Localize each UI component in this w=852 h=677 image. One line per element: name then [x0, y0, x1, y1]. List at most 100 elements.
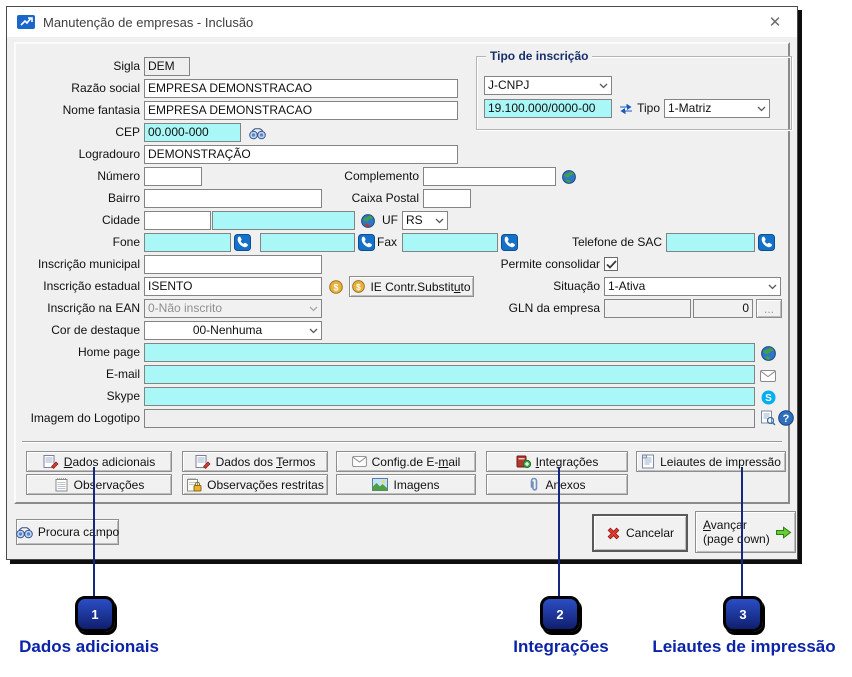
notepad-icon — [54, 477, 69, 492]
bairro-field[interactable] — [144, 189, 322, 208]
svg-text:$: $ — [357, 282, 362, 292]
separator — [22, 441, 782, 443]
inscricao-municipal-label: Inscrição municipal — [37, 257, 140, 271]
fax-field[interactable] — [402, 233, 498, 252]
dados-dos-termos-button[interactable]: Dados dos Termos — [182, 451, 328, 472]
observacoes-restritas-button[interactable]: Observações restritas — [182, 474, 328, 495]
close-icon[interactable]: ✕ — [753, 7, 797, 37]
coin-icon: $ — [352, 280, 366, 293]
telefone-sac-label: Telefone de SAC — [571, 235, 662, 249]
leiautes-impressao-button[interactable]: Leiautes de impressão — [636, 451, 786, 472]
skype-field[interactable] — [144, 387, 755, 406]
email-label: E-mail — [105, 367, 140, 381]
cancelar-button[interactable]: Cancelar — [592, 514, 688, 552]
connector-line-3 — [741, 467, 743, 597]
cidade-codigo-field[interactable] — [144, 211, 211, 230]
cor-destaque-select[interactable]: 00-Nenhuma — [144, 321, 322, 340]
numero-field[interactable] — [144, 167, 202, 186]
globe-icon[interactable] — [560, 168, 578, 186]
permite-consolidar-checkbox[interactable] — [604, 257, 618, 271]
chevron-down-icon — [435, 218, 444, 224]
gln-field-2[interactable]: 0 — [693, 299, 753, 318]
document-preview-icon[interactable] — [759, 409, 777, 427]
form-panel: Sigla Razão social Nome fantasia CEP Log… — [14, 42, 794, 504]
integracoes-button[interactable]: Integrações — [486, 451, 628, 472]
envelope-icon — [351, 456, 367, 467]
binoculars-icon[interactable] — [248, 124, 266, 142]
logradouro-label: Logradouro — [78, 147, 140, 161]
globe-icon[interactable] — [759, 344, 777, 362]
screen: Manutenção de empresas - Inclusão ✕ Sigl… — [0, 0, 852, 677]
help-icon[interactable]: ? — [777, 409, 795, 427]
inscricao-municipal-field[interactable] — [144, 255, 322, 274]
uf-label: UF — [382, 213, 398, 227]
chevron-down-icon — [599, 83, 608, 89]
logradouro-field[interactable]: DEMONSTRAÇÃO — [144, 145, 458, 164]
fone-label: Fone — [112, 235, 140, 249]
observacoes-button[interactable]: Observações — [26, 474, 172, 495]
phone-icon[interactable] — [757, 233, 775, 251]
binoculars-icon — [16, 526, 33, 539]
check-icon — [605, 259, 617, 269]
cep-field[interactable]: 00.000-000 — [144, 123, 241, 142]
callout-badge-3: 3 — [723, 596, 763, 632]
nome-fantasia-label: Nome fantasia — [62, 103, 140, 117]
config-email-button[interactable]: Config.de E-mail — [336, 451, 476, 472]
tipo-label: Tipo — [637, 101, 660, 115]
permite-consolidar-label: Permite consolidar — [500, 257, 600, 271]
razao-social-label: Razão social — [71, 81, 140, 95]
tipo-documento-select[interactable]: J-CNPJ — [484, 76, 612, 95]
callout-label-integracoes: Integrações — [513, 637, 609, 656]
inscricao-ean-label: Inscrição na EAN — [47, 301, 140, 315]
situacao-select[interactable]: 1-Ativa — [604, 277, 781, 296]
skype-icon[interactable]: S — [759, 388, 777, 406]
chevron-down-icon — [757, 106, 766, 112]
inscricao-estadual-field[interactable]: ISENTO — [144, 277, 322, 296]
cnpj-field[interactable]: 19.100.000/0000-00 — [484, 99, 612, 118]
caixa-postal-field[interactable] — [423, 189, 471, 208]
notepad-lock-icon — [186, 477, 202, 492]
imagens-button[interactable]: Imagens — [336, 474, 476, 495]
avancar-button[interactable]: Avançar (page down) — [695, 511, 796, 553]
envelope-icon[interactable] — [759, 367, 777, 385]
document-icon — [641, 454, 655, 469]
razao-social-field[interactable]: EMPRESA DEMONSTRACAO — [144, 79, 458, 98]
anexos-button[interactable]: Anexos — [486, 474, 628, 495]
sigla-field[interactable]: DEM — [144, 57, 190, 76]
phone-icon[interactable] — [233, 233, 251, 251]
coin-icon[interactable]: $ — [327, 278, 345, 296]
callout-label-leiautes: Leiautes de impressão — [652, 637, 836, 656]
fax-label: Fax — [376, 235, 397, 249]
gln-browse-button[interactable]: ... — [756, 299, 782, 318]
complemento-field[interactable] — [423, 167, 556, 186]
numero-label: Número — [97, 169, 140, 183]
red-x-icon — [606, 526, 621, 541]
notepad-pen-icon — [43, 454, 59, 469]
cor-destaque-label: Cor de destaque — [51, 323, 140, 337]
phone-icon[interactable] — [500, 233, 518, 251]
email-field[interactable] — [144, 365, 755, 384]
inscricao-ean-select[interactable]: 0-Não inscrito — [144, 299, 322, 318]
gln-field-1[interactable] — [604, 299, 691, 318]
fone1-field[interactable] — [144, 233, 231, 252]
window-title: Manutenção de empresas - Inclusão — [43, 14, 254, 30]
tipo-matriz-select[interactable]: 1-Matriz — [664, 99, 770, 118]
ie-contr-substituto-button[interactable]: $ IE Contr.Substituto — [349, 276, 474, 297]
logotipo-field[interactable] — [144, 409, 755, 428]
cidade-nome-field[interactable] — [212, 211, 355, 230]
procura-campo-button[interactable]: Procura campo — [16, 519, 119, 545]
skype-label: Skype — [106, 389, 140, 403]
fone2-field[interactable] — [260, 233, 355, 252]
chevron-down-icon — [309, 306, 318, 312]
dados-adicionais-button[interactable]: Dados adicionais — [26, 451, 172, 472]
green-arrow-icon — [775, 525, 792, 540]
home-page-label: Home page — [77, 345, 140, 359]
logotipo-label: Imagem do Logotipo — [30, 411, 140, 425]
uf-select[interactable]: RS — [402, 211, 448, 230]
nome-fantasia-field[interactable]: EMPRESA DEMONSTRACAO — [144, 101, 458, 120]
callout-label-dados-adicionais: Dados adicionais — [19, 637, 159, 656]
svg-text:?: ? — [783, 413, 790, 425]
telefone-sac-field[interactable] — [666, 233, 755, 252]
bairro-label: Bairro — [107, 191, 140, 205]
home-page-field[interactable] — [144, 343, 755, 362]
